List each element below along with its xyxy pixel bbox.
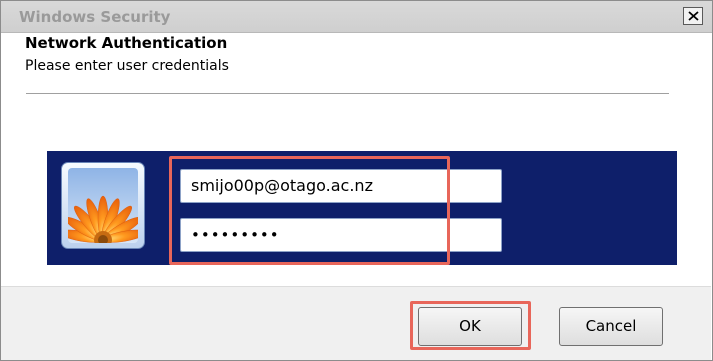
dialog-heading: Network Authentication [25, 34, 228, 52]
close-icon [688, 11, 699, 21]
title-bar[interactable]: Windows Security [1, 1, 712, 33]
ok-button-highlight [410, 301, 531, 350]
close-button[interactable] [683, 7, 703, 25]
user-tile [61, 162, 145, 249]
cancel-button[interactable]: Cancel [559, 307, 663, 346]
flower-user-icon [68, 168, 138, 243]
window-title: Windows Security [19, 8, 171, 26]
separator [26, 93, 669, 94]
dialog-subheading: Please enter user credentials [25, 58, 229, 74]
credentials-highlight [169, 156, 450, 265]
